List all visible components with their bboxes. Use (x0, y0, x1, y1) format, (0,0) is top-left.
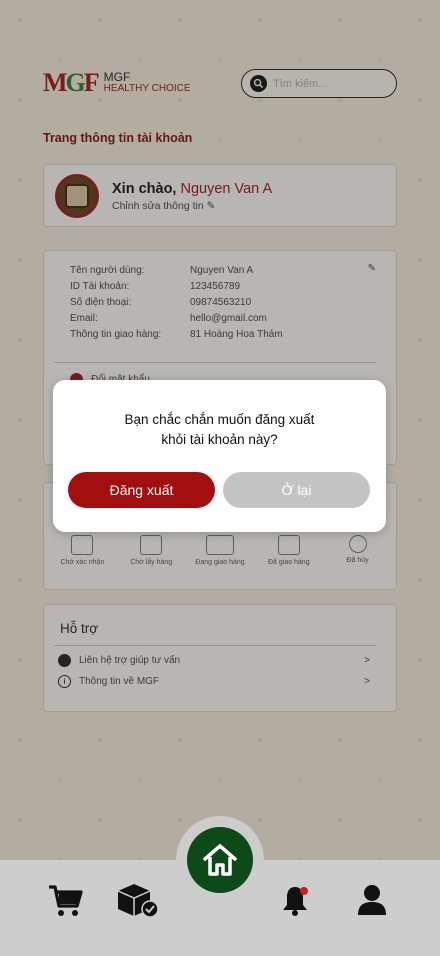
notification-badge (300, 887, 308, 895)
user-icon[interactable] (354, 882, 390, 918)
stay-button[interactable]: Ở lại (223, 472, 370, 508)
logout-dialog: Bạn chắc chắn muốn đăng xuất khỏi tài kh… (53, 380, 386, 532)
home-icon (203, 844, 237, 876)
home-button[interactable] (187, 827, 253, 893)
dialog-message: Bạn chắc chắn muốn đăng xuất khỏi tài kh… (53, 410, 386, 450)
orders-box-check-icon[interactable] (116, 882, 160, 918)
dialog-message-line2: khỏi tài khoản này? (161, 432, 278, 447)
dialog-message-line1: Bạn chắc chắn muốn đăng xuất (124, 412, 315, 427)
home-button-ring (176, 816, 264, 904)
cart-icon[interactable] (47, 882, 83, 918)
logout-button[interactable]: Đăng xuất (68, 472, 215, 508)
